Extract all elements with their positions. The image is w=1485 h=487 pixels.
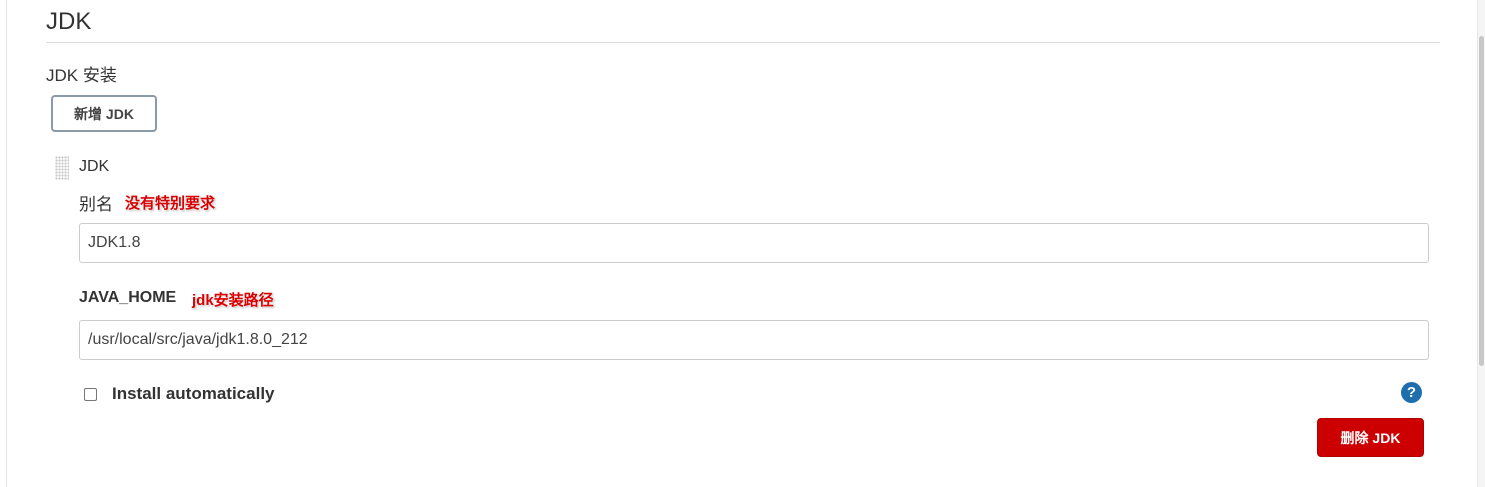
title-divider [46,42,1440,43]
install-automatically-row: Install automatically [84,384,275,404]
help-icon[interactable]: ? [1401,382,1422,403]
java-home-input[interactable] [79,320,1429,360]
left-border-divider [6,0,7,487]
jdk-config-page: JDK JDK 安装 新增 JDK JDK 别名 没有特别要求 JAVA_HOM… [0,0,1485,487]
scrollbar-thumb[interactable] [1479,36,1484,366]
alias-label: 别名 [79,195,113,214]
alias-input[interactable] [79,223,1429,263]
install-automatically-label[interactable]: Install automatically [112,384,275,404]
section-title: JDK [46,8,92,35]
add-jdk-button[interactable]: 新增 JDK [51,95,157,132]
delete-jdk-button[interactable]: 删除 JDK [1317,418,1424,457]
jdk-block-title: JDK [79,158,110,175]
drag-handle-icon[interactable] [55,156,69,180]
java-home-label: JAVA_HOME [79,289,177,306]
jdk-install-label: JDK 安装 [46,66,117,85]
java-home-annotation: jdk安装路径 [192,292,274,309]
alias-annotation: 没有特别要求 [125,195,216,212]
vertical-scrollbar[interactable] [1477,0,1485,487]
install-automatically-checkbox[interactable] [84,387,97,401]
